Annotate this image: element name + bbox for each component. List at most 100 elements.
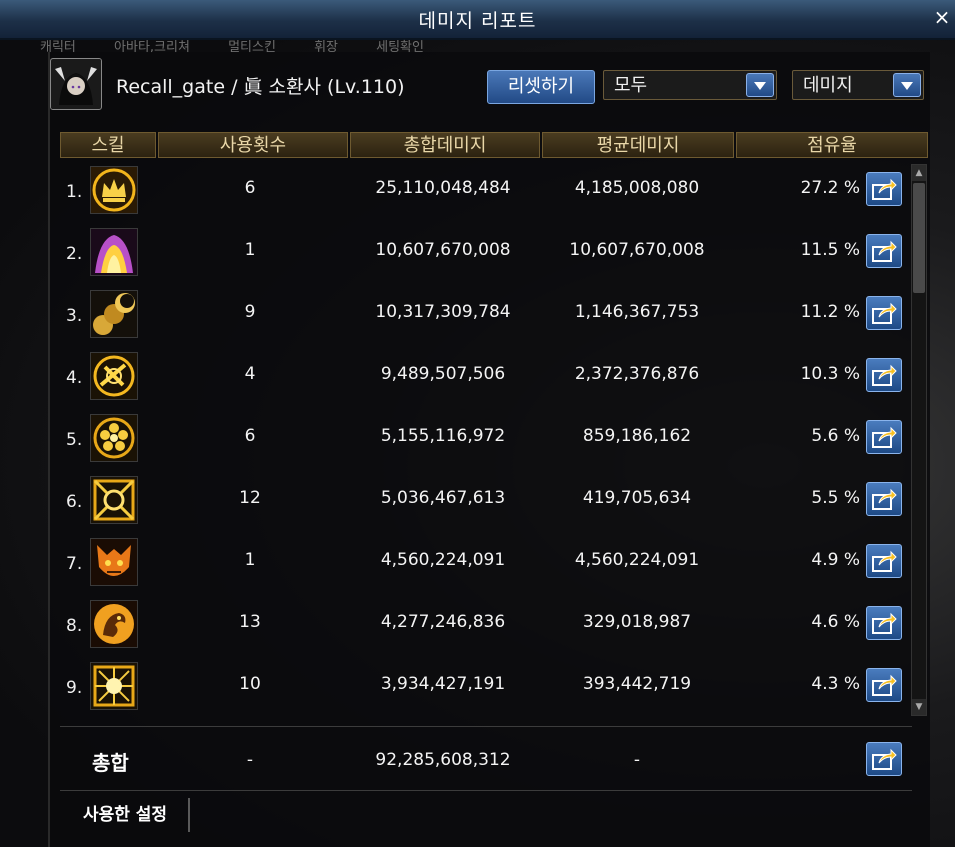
row-share: 10.3 % — [800, 364, 860, 384]
row-avg: 859,186,162 — [582, 426, 692, 446]
sort-dropdown[interactable]: 데미지 — [792, 70, 924, 100]
table-row[interactable]: 8. 13 4,277,246,836 329,018,987 4.6 % — [60, 594, 910, 656]
summary-share-button[interactable] — [866, 742, 902, 776]
summary-uses: - — [246, 750, 254, 770]
share-button[interactable] — [866, 482, 902, 516]
column-header-skill: 스킬 — [60, 132, 156, 158]
share-button[interactable] — [866, 420, 902, 454]
row-rank: 9. — [66, 678, 83, 698]
share-button[interactable] — [866, 358, 902, 392]
row-share: 27.2 % — [800, 178, 860, 198]
close-icon[interactable]: × — [933, 7, 951, 27]
row-rank: 2. — [66, 244, 83, 264]
row-uses: 9 — [244, 302, 256, 322]
share-icon — [872, 550, 897, 572]
summary-label: 총합 — [92, 751, 129, 775]
row-share: 5.6 % — [811, 426, 860, 446]
share-button[interactable] — [866, 668, 902, 702]
demon-mask-icon — [90, 538, 138, 586]
row-rank: 3. — [66, 306, 83, 326]
rune-circle-icon — [90, 352, 138, 400]
share-icon — [872, 426, 897, 448]
report-header: Recall_gate / 眞 소환사 (Lv.110) 리셋하기 모두 데미지 — [50, 58, 930, 112]
row-avg: 329,018,987 — [582, 612, 692, 632]
row-total: 4,560,224,091 — [380, 550, 506, 570]
flame-maw-icon — [90, 228, 138, 276]
row-avg: 10,607,670,008 — [569, 240, 705, 260]
row-uses: 1 — [244, 550, 256, 570]
table-row[interactable]: 2. 1 10,607,670,008 10,607,670,008 11.5 … — [60, 222, 910, 284]
avatar — [50, 58, 102, 110]
row-total: 4,277,246,836 — [380, 612, 506, 632]
column-header-avg: 평균데미지 — [542, 132, 734, 158]
table-scrollbar[interactable]: ▲ ▼ — [911, 164, 927, 716]
row-uses: 1 — [244, 240, 256, 260]
column-header-uses: 사용횟수 — [158, 132, 348, 158]
row-share: 5.5 % — [811, 488, 860, 508]
chevron-down-icon[interactable] — [893, 73, 921, 97]
filter-dropdown[interactable]: 모두 — [603, 70, 777, 100]
share-button[interactable] — [866, 606, 902, 640]
row-share: 4.3 % — [811, 674, 860, 694]
column-header-share: 점유율 — [736, 132, 928, 158]
row-uses: 6 — [244, 178, 256, 198]
chevron-down-icon[interactable] — [746, 73, 774, 97]
table-row[interactable]: 3. 9 10,317,309,784 1,146,367,753 11.2 % — [60, 284, 910, 346]
reset-button[interactable]: 리셋하기 — [487, 70, 595, 104]
summary-divider — [60, 726, 912, 727]
row-uses: 10 — [239, 674, 261, 694]
scroll-up-icon[interactable]: ▲ — [912, 165, 926, 181]
row-share: 11.2 % — [800, 302, 860, 322]
table-row[interactable]: 7. 1 4,560,224,091 4,560,224,091 4.9 % — [60, 532, 910, 594]
scroll-thumb[interactable] — [913, 183, 925, 293]
eclipse-orbs-icon — [90, 290, 138, 338]
player-name: Recall_gate / 眞 소환사 (Lv.110) — [116, 76, 405, 98]
share-button[interactable] — [866, 234, 902, 268]
row-avg: 2,372,376,876 — [574, 364, 700, 384]
share-icon — [872, 488, 897, 510]
used-settings-tab[interactable]: 사용한 설정 — [62, 798, 190, 832]
share-icon — [872, 302, 897, 324]
row-uses: 12 — [239, 488, 261, 508]
row-rank: 7. — [66, 554, 83, 574]
crown-icon — [90, 166, 138, 214]
row-uses: 4 — [244, 364, 256, 384]
row-avg: 393,442,719 — [582, 674, 692, 694]
share-icon — [872, 612, 897, 634]
row-total: 9,489,507,506 — [380, 364, 506, 384]
summary-avg: - — [633, 750, 641, 770]
row-avg: 419,705,634 — [582, 488, 692, 508]
avatar-portrait-icon — [51, 59, 101, 109]
share-icon — [872, 240, 897, 262]
damage-report-window: 데미지 리포트 × 캐릭터 아바타,크리쳐 멀티스킨 휘장 세팅확인 Recal… — [0, 0, 955, 847]
share-button[interactable] — [866, 172, 902, 206]
share-button[interactable] — [866, 544, 902, 578]
filter-dropdown-value: 모두 — [614, 75, 648, 96]
share-icon — [872, 364, 897, 386]
row-share: 4.6 % — [811, 612, 860, 632]
row-total: 25,110,048,484 — [375, 178, 511, 198]
scroll-down-icon[interactable]: ▼ — [912, 699, 926, 715]
row-rank: 8. — [66, 616, 83, 636]
title-bar[interactable]: 데미지 리포트 × — [0, 0, 955, 40]
row-uses: 13 — [239, 612, 261, 632]
row-share: 4.9 % — [811, 550, 860, 570]
table-row[interactable]: 6. 12 5,036,467,613 419,705,634 5.5 % — [60, 470, 910, 532]
row-avg: 4,185,008,080 — [574, 178, 700, 198]
table-row[interactable]: 4. 4 9,489,507,506 2,372,376,876 10.3 % — [60, 346, 910, 408]
footer-divider — [60, 790, 912, 791]
table-row[interactable]: 9. 10 3,934,427,191 393,442,719 4.3 % — [60, 656, 910, 718]
table-row[interactable]: 5. 6 5,155,116,972 859,186,162 5.6 % — [60, 408, 910, 470]
flower-seal-icon — [90, 414, 138, 462]
row-total: 5,155,116,972 — [380, 426, 506, 446]
dragon-icon — [90, 600, 138, 648]
row-avg: 1,146,367,753 — [574, 302, 700, 322]
table-row[interactable]: 1. 6 25,110,048,484 4,185,008,080 27.2 % — [60, 160, 910, 222]
row-uses: 6 — [244, 426, 256, 446]
share-icon — [872, 674, 897, 696]
summary-total: 92,285,608,312 — [375, 750, 511, 770]
share-button[interactable] — [866, 296, 902, 330]
row-rank: 4. — [66, 368, 83, 388]
share-icon — [872, 178, 897, 200]
window-title: 데미지 리포트 — [418, 10, 537, 32]
